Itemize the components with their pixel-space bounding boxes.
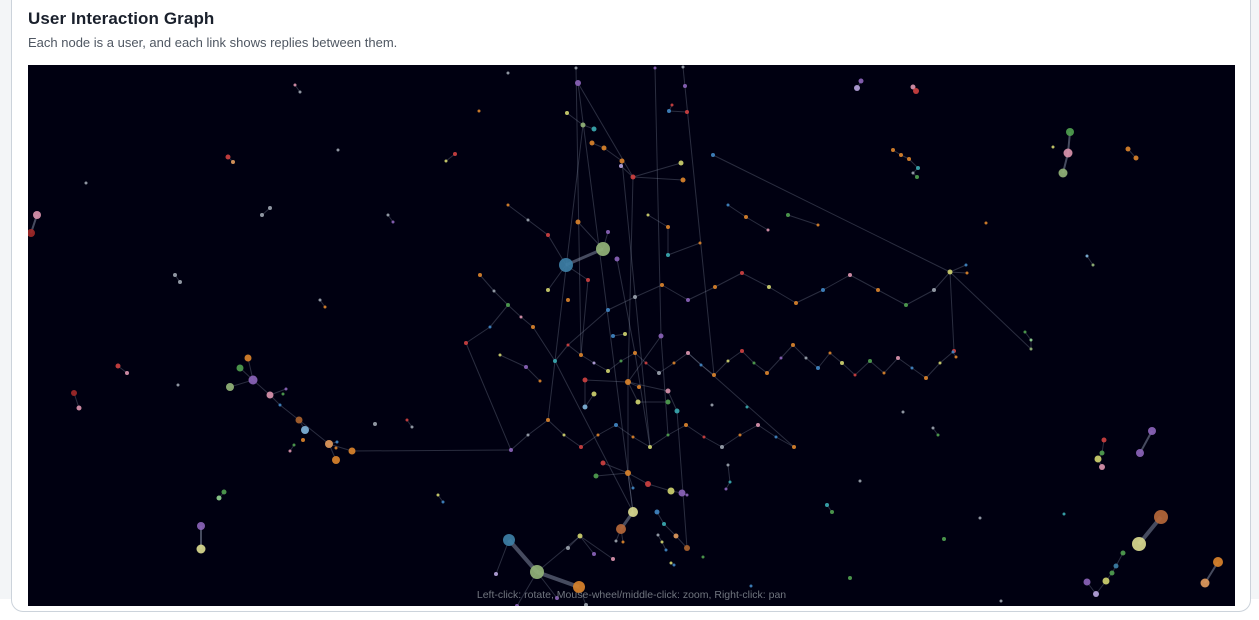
page-title: User Interaction Graph [28,9,215,28]
page-gutter-right [1251,0,1259,599]
links-layer [30,66,1219,606]
force-graph-svg [28,65,1223,606]
graph-canvas[interactable]: Left-click: rotate, Mouse-wheel/middle-c… [28,65,1235,606]
graph-card: User Interaction Graph Each node is a us… [11,0,1251,612]
page-subtitle: Each node is a user, and each link shows… [28,35,398,50]
page-gutter-left [0,0,11,599]
